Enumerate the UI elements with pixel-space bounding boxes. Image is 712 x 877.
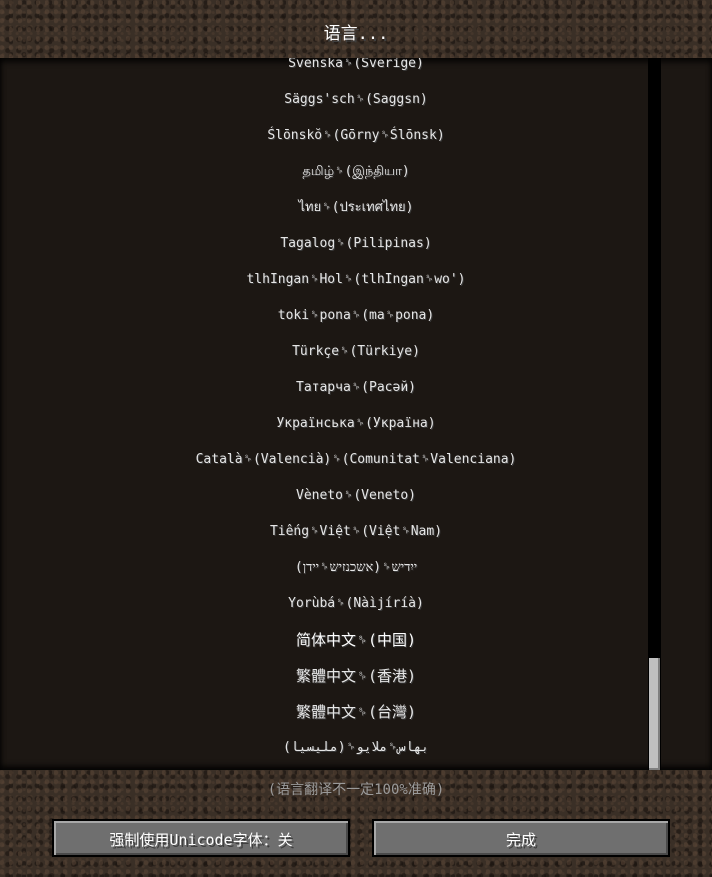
language-row[interactable]: Yorùbá␠(Nàìjíríà) bbox=[0, 586, 712, 622]
force-unicode-font-button[interactable]: 强制使用Unicode字体：关 bbox=[52, 819, 350, 857]
language-row[interactable]: Vèneto␠(Veneto) bbox=[0, 478, 712, 514]
language-row-selected[interactable]: 简体中文␠(中国) bbox=[0, 622, 712, 659]
language-row[interactable]: தமிழ்␠(இந்தியா) bbox=[0, 154, 712, 190]
language-row[interactable]: Tiếng␠Việt␠(Việt␠Nam) bbox=[0, 514, 712, 550]
language-list-panel[interactable]: Svenska␠(Sverige) Säggs'sch␠(Saggsn) Ślōns… bbox=[0, 58, 712, 770]
language-row[interactable]: ไทย␠(ประเทศไทย) bbox=[0, 190, 712, 226]
language-label: Yorùbá␠(Nàìjíríà) bbox=[288, 596, 424, 611]
language-label: Українська␠(Україна) bbox=[276, 416, 436, 431]
language-label: Ślōnskŏ␠(Gōrny␠Ślōnsk) bbox=[267, 128, 445, 143]
page-title: 语言... bbox=[323, 24, 389, 44]
language-label: 繁體中文␠(台灣) bbox=[295, 703, 417, 721]
language-row[interactable]: tlhIngan␠Hol␠(tlhIngan␠wo') bbox=[0, 262, 712, 298]
language-row[interactable]: 繁體中文␠(香港) bbox=[0, 658, 712, 694]
language-row[interactable]: ייִדיש␠(אשכנזיש␠יידן) bbox=[0, 550, 712, 586]
language-row[interactable]: Türkçe␠(Türkiye) bbox=[0, 334, 712, 370]
language-label: ไทย␠(ประเทศไทย) bbox=[298, 200, 414, 215]
language-list[interactable]: Svenska␠(Sverige) Säggs'sch␠(Saggsn) Ślōns… bbox=[0, 58, 712, 766]
language-row[interactable]: 繁體中文␠(台灣) bbox=[0, 694, 712, 730]
language-label: Tagalog␠(Pilipinas) bbox=[280, 236, 432, 251]
language-label: Татарча␠(Расәй) bbox=[296, 380, 416, 395]
language-screen: 语言... Svenska␠(Sverige) Säggs'sch␠(Saggsn… bbox=[0, 0, 712, 877]
language-row[interactable]: بهاس␠ملايو␠(مليسيا) bbox=[0, 730, 712, 766]
language-row[interactable]: Ślōnskŏ␠(Gōrny␠Ślōnsk) bbox=[0, 118, 712, 154]
language-row[interactable]: Татарча␠(Расәй) bbox=[0, 370, 712, 406]
language-row[interactable]: Català␠(Valencià)␠(Comunitat␠Valenciana) bbox=[0, 442, 712, 478]
language-label: بهاس␠ملايو␠(مليسيا) bbox=[282, 740, 430, 755]
language-label: Säggs'sch␠(Saggsn) bbox=[284, 92, 428, 107]
language-row[interactable]: toki␠pona␠(ma␠pona) bbox=[0, 298, 712, 334]
language-label: ייִדיש␠(אשכנזיש␠יידן) bbox=[294, 560, 418, 575]
language-label: Català␠(Valencià)␠(Comunitat␠Valenciana) bbox=[195, 452, 517, 467]
language-label: Türkçe␠(Türkiye) bbox=[292, 344, 420, 359]
language-label: 简体中文␠(中国) bbox=[295, 631, 417, 649]
language-row[interactable]: Tagalog␠(Pilipinas) bbox=[0, 226, 712, 262]
done-button[interactable]: 完成 bbox=[372, 819, 670, 857]
language-label: 繁體中文␠(香港) bbox=[295, 667, 417, 685]
translation-accuracy-note: (语言翻译不一定100%准确) bbox=[267, 782, 445, 798]
language-label: Svenska␠(Sverige) bbox=[288, 58, 424, 71]
language-row[interactable]: Svenska␠(Sverige) bbox=[0, 58, 712, 82]
language-label: தமிழ்␠(இந்தியா) bbox=[302, 164, 410, 179]
scrollbar-thumb[interactable] bbox=[649, 658, 660, 770]
language-row[interactable]: Säggs'sch␠(Saggsn) bbox=[0, 82, 712, 118]
language-label: Vèneto␠(Veneto) bbox=[296, 488, 416, 503]
language-row[interactable]: Українська␠(Україна) bbox=[0, 406, 712, 442]
language-label: toki␠pona␠(ma␠pona) bbox=[277, 308, 435, 323]
language-label: Tiếng␠Việt␠(Việt␠Nam) bbox=[269, 524, 443, 539]
language-label: tlhIngan␠Hol␠(tlhIngan␠wo') bbox=[246, 272, 466, 287]
